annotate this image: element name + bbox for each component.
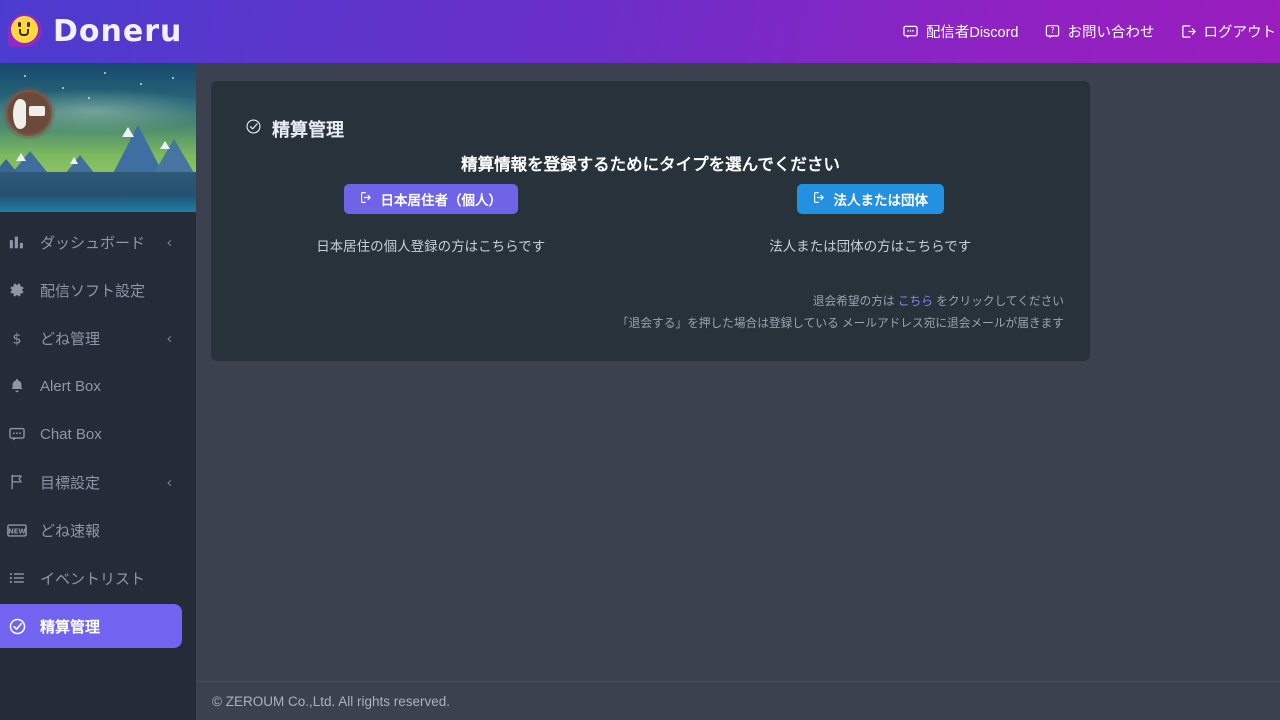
card-title-text: 精算管理 [272,120,344,140]
sidebar-item-goal-settings[interactable]: 目標設定 ‹ [0,460,182,504]
bell-icon [6,375,28,397]
individual-resident-button[interactable]: 日本居住者（個人） [343,184,518,214]
button-label: 法人または団体 [833,193,929,208]
sidebar-nav: ダッシュボード ‹ 配信ソフト設定 $ どね管理 ‹ Alert Box Cha… [0,212,196,648]
dollar-icon: $ [6,327,28,349]
corporate-group-button[interactable]: 法人または団体 [796,184,944,214]
login-arrow-icon [813,191,826,207]
sidebar-item-label: Alert Box [40,377,101,395]
app-footer: © ZEROUM Co.,Ltd. All rights reserved. [196,681,1280,720]
choice-individual: 日本居住者（個人） 日本居住の個人登録の方はこちらです [211,184,651,255]
choice-corporate: 法人または団体 法人または団体の方はこちらです [651,184,1091,255]
avatar[interactable] [6,90,52,136]
header-nav: 配信者Discord ? お問い合わせ ログアウト [903,21,1280,42]
withdrawal-link[interactable]: こちら [898,295,933,308]
chevron-left-icon: ‹ [167,473,172,491]
login-arrow-icon [360,191,373,207]
header-item-label: お問い合わせ [1067,25,1155,41]
sidebar-item-donation-management[interactable]: $ どね管理 ‹ [0,316,182,360]
sidebar-item-label: 配信ソフト設定 [40,282,146,300]
button-label: 日本居住者（個人） [380,193,503,208]
withdrawal-note-line-2: 「退会する」を押した場合は登録している メールアドレス宛に退会メールが届きます [616,316,1064,330]
withdrawal-note-line-1: 退会希望の方は こちら をクリックしてください [617,291,1064,313]
svg-text:$: $ [12,331,21,347]
flag-icon [6,471,28,493]
sidebar-item-label: Chat Box [40,425,102,443]
sidebar-item-dashboard[interactable]: ダッシュボード ‹ [0,220,182,264]
sidebar-item-label: ダッシュボード [40,234,146,252]
question-message-icon: ? [1045,24,1060,39]
svg-text:NEW: NEW [8,527,26,535]
smiley-speech-bubble-logo-icon [8,13,44,50]
withdrawal-note: 退会希望の方は こちら をクリックしてください 「退会する」を押した場合は登録し… [617,291,1064,335]
sidebar-item-label: 目標設定 [40,474,101,492]
choice-row: 日本居住者（個人） 日本居住の個人登録の方はこちらです 法人または団体 法人また… [211,184,1090,255]
chevron-left-icon: ‹ [167,233,172,251]
sidebar-item-event-list[interactable]: イベントリスト [0,556,182,600]
header-item-label: 配信者Discord [925,25,1019,41]
list-icon [6,567,28,589]
main-content: 精算管理 精算情報を登録するためにタイプを選んでください 日本居住者（個人） 日… [196,63,1280,681]
sidebar-item-alert-box[interactable]: Alert Box [0,364,182,408]
brand-name: Doneru [53,14,183,49]
bar-chart-icon [6,231,28,253]
sidebar-item-label: イベントリスト [40,570,146,588]
app-header: Doneru 配信者Discord ? お問い合わせ ログアウト [0,0,1280,63]
withdrawal-text-after: をクリックしてください [932,294,1064,308]
header-item-contact[interactable]: ? お問い合わせ [1045,21,1155,42]
sidebar-item-chat-box[interactable]: Chat Box [0,412,182,456]
choice-description: 法人または団体の方はこちらです [769,239,972,254]
copyright-text: © ZEROUM Co.,Ltd. All rights reserved. [212,693,451,709]
sidebar: ダッシュボード ‹ 配信ソフト設定 $ どね管理 ‹ Alert Box Cha… [0,63,196,720]
brand-logo[interactable]: Doneru [0,13,183,50]
chevron-left-icon: ‹ [167,329,172,347]
check-circle-icon [6,615,28,637]
card-title: 精算管理 [245,116,344,142]
gear-icon [6,279,28,301]
card-heading: 精算情報を登録するためにタイプを選んでください [461,156,840,174]
sidebar-item-label: 精算管理 [40,618,101,636]
withdrawal-text-before: 退会希望の方は [812,294,898,308]
sidebar-item-stream-software[interactable]: 配信ソフト設定 [0,268,182,312]
logout-icon [1181,24,1196,39]
header-item-logout[interactable]: ログアウト [1181,21,1277,42]
header-item-discord[interactable]: 配信者Discord [903,21,1019,42]
new-badge-icon: NEW [6,519,28,541]
settlement-card: 精算管理 精算情報を登録するためにタイプを選んでください 日本居住者（個人） 日… [211,81,1090,361]
sidebar-item-settlement-management[interactable]: 精算管理 [0,604,182,648]
discord-chat-icon [903,24,918,39]
profile-banner [0,63,196,212]
choice-description: 日本居住の個人登録の方はこちらです [316,239,546,254]
check-circle-icon [245,118,262,140]
svg-text:?: ? [1050,26,1054,35]
header-item-label: ログアウト [1203,25,1277,41]
sidebar-item-donation-news[interactable]: NEW どね速報 [0,508,182,552]
chat-bubble-icon [6,423,28,445]
sidebar-item-label: どね管理 [40,330,101,348]
sidebar-item-label: どね速報 [40,522,101,540]
